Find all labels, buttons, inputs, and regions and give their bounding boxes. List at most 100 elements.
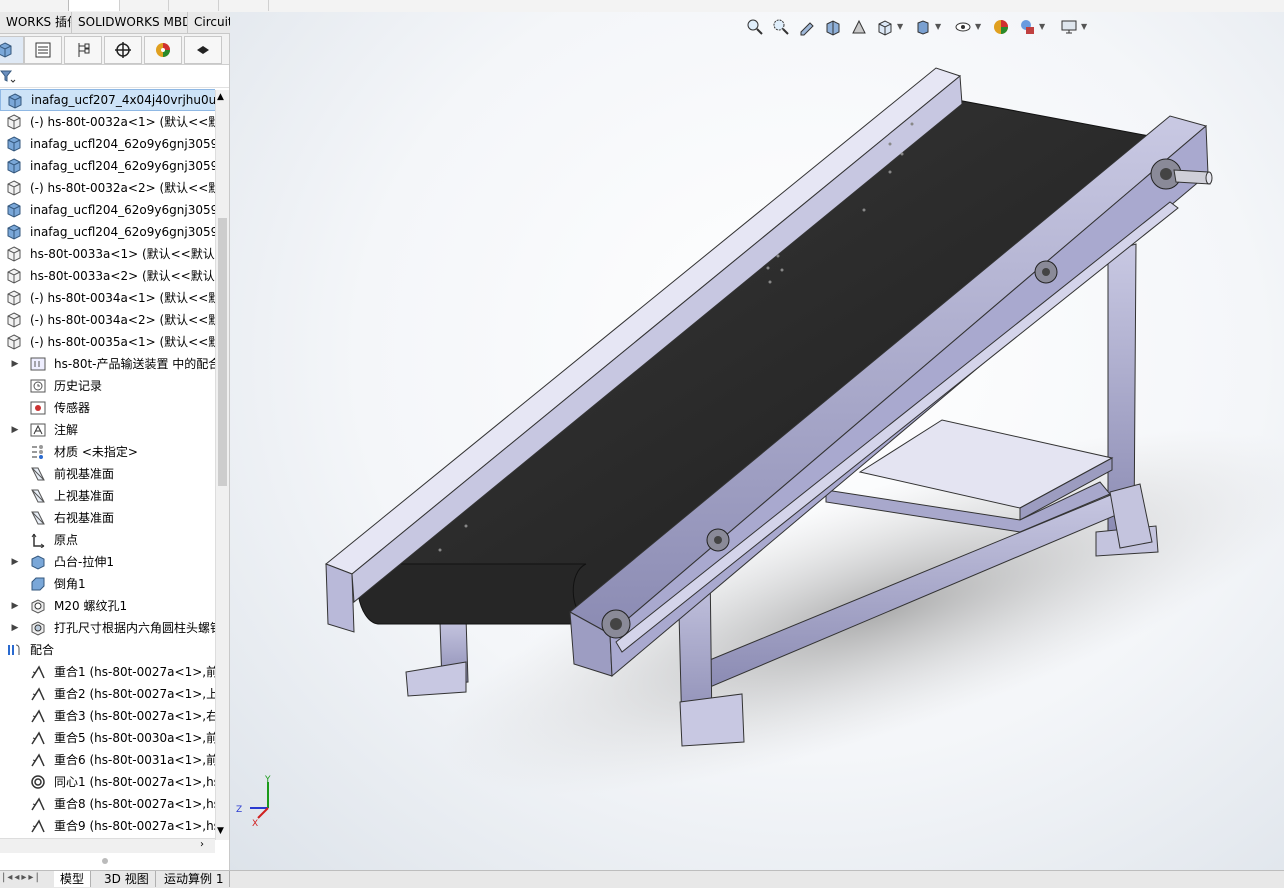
- tree-item[interactable]: 同心1 (hs-80t-0027a<1>,hs-: [0, 771, 215, 793]
- tree-item[interactable]: 原点: [0, 529, 215, 551]
- tree-item[interactable]: inafag_ucfl204_62o9y6gnj3059x: [0, 199, 215, 221]
- panel-resize-dot[interactable]: [102, 858, 108, 864]
- scroll-right-icon[interactable]: ›: [200, 839, 204, 850]
- part-outline-icon: [6, 290, 22, 306]
- tab-plugins[interactable]: WORKS 插件: [0, 12, 79, 34]
- expand-arrow-icon[interactable]: ▶: [10, 617, 20, 639]
- view-settings-dropdown-icon[interactable]: ▼: [1081, 22, 1087, 31]
- feature-manager-tab[interactable]: [0, 36, 24, 64]
- dynamic-annotation-icon[interactable]: [848, 16, 870, 38]
- tree-item[interactable]: 重合1 (hs-80t-0027a<1>,前视: [0, 661, 215, 683]
- tree-horizontal-scrollbar[interactable]: ›: [0, 838, 215, 853]
- tree-item[interactable]: hs-80t-0033a<2> (默认<<默认>: [0, 265, 215, 287]
- coincident-icon: [30, 818, 46, 834]
- tree-item[interactable]: ▶ 注解: [0, 419, 215, 441]
- tree-item-label: 历史记录: [54, 379, 103, 393]
- title-strip-segment: [168, 0, 219, 11]
- tree-item[interactable]: inafag_ucf207_4x04j40vrjhu0u5z: [0, 89, 215, 111]
- tree-item[interactable]: (-) hs-80t-0034a<1> (默认<<默认: [0, 287, 215, 309]
- view-orientation-dropdown-icon[interactable]: ▼: [897, 22, 903, 31]
- zoom-to-fit-icon[interactable]: [744, 16, 766, 38]
- title-strip-segment: [118, 0, 169, 11]
- tree-item-label: 重合6 (hs-80t-0031a<1>,前视: [54, 753, 215, 767]
- part-outline-icon: [6, 312, 22, 328]
- tree-item[interactable]: 重合6 (hs-80t-0031a<1>,前视: [0, 749, 215, 771]
- tree-item[interactable]: 重合5 (hs-80t-0030a<1>,前视: [0, 727, 215, 749]
- tree-item[interactable]: 上视基准面: [0, 485, 215, 507]
- sensor-icon: [30, 400, 46, 416]
- filter-icon[interactable]: [0, 68, 16, 84]
- zoom-to-area-icon[interactable]: [770, 16, 792, 38]
- tree-item[interactable]: 材质 <未指定>: [0, 441, 215, 463]
- tree-item[interactable]: 重合9 (hs-80t-0027a<1>,hs-: [0, 815, 215, 837]
- axis-x-label: X: [252, 819, 258, 829]
- scroll-up-icon[interactable]: ▲: [217, 92, 224, 102]
- apply-scene-icon[interactable]: [1016, 16, 1038, 38]
- graphics-area[interactable]: Y Z X ▼ ▼ ▼ ▼ ▼: [230, 12, 1284, 870]
- tree-item[interactable]: 传感器: [0, 397, 215, 419]
- configuration-manager-tab[interactable]: [64, 36, 102, 64]
- tree-item[interactable]: 倒角1: [0, 573, 215, 595]
- conveyor-model[interactable]: Y Z X: [230, 12, 1284, 870]
- view-settings-icon[interactable]: [1058, 16, 1080, 38]
- tree-item[interactable]: 前视基准面: [0, 463, 215, 485]
- tree-item-label: hs-80t-产品输送装置 中的配合: [54, 357, 215, 371]
- panel-tab-bar: [0, 34, 229, 65]
- feature-tree: inafag_ucf207_4x04j40vrjhu0u5z (-) hs-80t…: [0, 89, 215, 839]
- display-manager-tab[interactable]: [144, 36, 182, 64]
- tree-item[interactable]: (-) hs-80t-0035a<1> (默认<<默认: [0, 331, 215, 353]
- tree-item[interactable]: hs-80t-0033a<1> (默认<<默认>: [0, 243, 215, 265]
- scroll-down-icon[interactable]: ▼: [217, 826, 224, 836]
- tree-item[interactable]: ▶ M20 螺纹孔1: [0, 595, 215, 617]
- tree-item[interactable]: 重合2 (hs-80t-0027a<1>,上视: [0, 683, 215, 705]
- dimxpert-tab[interactable]: [104, 36, 142, 64]
- history-icon: [30, 378, 46, 394]
- tree-item[interactable]: 历史记录: [0, 375, 215, 397]
- edit-appearance-icon[interactable]: [990, 16, 1012, 38]
- property-list-icon: [35, 42, 51, 58]
- section-view-icon[interactable]: [822, 16, 844, 38]
- previous-view-icon[interactable]: [796, 16, 818, 38]
- tree-item[interactable]: ▶ 打孔尺寸根据内六角圆柱头螺钉: [0, 617, 215, 639]
- tree-item[interactable]: 重合3 (hs-80t-0027a<1>,右视: [0, 705, 215, 727]
- expand-arrow-icon[interactable]: ▶: [10, 595, 20, 617]
- tree-item[interactable]: 右视基准面: [0, 507, 215, 529]
- apply-scene-dropdown-icon[interactable]: ▼: [1039, 22, 1045, 31]
- part-icon: [6, 224, 22, 240]
- display-style-dropdown-icon[interactable]: ▼: [935, 22, 941, 31]
- tree-item[interactable]: 重合8 (hs-80t-0027a<1>,hs-: [0, 793, 215, 815]
- tab-3d-view[interactable]: 3D 视图: [98, 871, 156, 887]
- origin-icon: [30, 532, 46, 549]
- cam-tab[interactable]: [184, 36, 222, 64]
- tree-item[interactable]: (-) hs-80t-0034a<2> (默认<<默认: [0, 309, 215, 331]
- expand-arrow-icon[interactable]: ▶: [10, 419, 20, 441]
- tab-model[interactable]: 模型: [54, 871, 92, 887]
- tree-item[interactable]: (-) hs-80t-0032a<1> (默认<<默认: [0, 111, 215, 133]
- hide-show-dropdown-icon[interactable]: ▼: [975, 22, 981, 31]
- display-style-icon[interactable]: [912, 16, 934, 38]
- concentric-icon: [30, 774, 46, 790]
- hide-show-items-icon[interactable]: [952, 16, 974, 38]
- tab-motion-study[interactable]: 运动算例 1: [158, 871, 231, 887]
- tab-scroll-arrows-icon[interactable]: |◂◂▸▸|: [2, 872, 41, 883]
- feature-manager-panel: inafag_ucf207_4x04j40vrjhu0u5z (-) hs-80t…: [0, 34, 230, 887]
- part-outline-icon: [6, 246, 22, 262]
- tree-item[interactable]: 配合: [0, 639, 215, 661]
- tree-item[interactable]: ▶ hs-80t-产品输送装置 中的配合: [0, 353, 215, 375]
- tree-item[interactable]: inafag_ucfl204_62o9y6gnj3059x: [0, 221, 215, 243]
- tree-item-label: (-) hs-80t-0034a<2> (默认<<默认: [30, 313, 215, 327]
- expand-arrow-icon[interactable]: ▶: [10, 353, 20, 375]
- property-manager-tab[interactable]: [24, 36, 62, 64]
- view-orientation-icon[interactable]: [874, 16, 896, 38]
- tree-item-label: (-) hs-80t-0035a<1> (默认<<默认: [30, 335, 215, 349]
- tree-item[interactable]: inafag_ucfl204_62o9y6gnj3059x: [0, 155, 215, 177]
- axis-y-label: Y: [264, 775, 271, 785]
- tree-item[interactable]: (-) hs-80t-0032a<2> (默认<<默认: [0, 177, 215, 199]
- tree-item[interactable]: inafag_ucfl204_62o9y6gnj3059x: [0, 133, 215, 155]
- tab-solidworks-mbd[interactable]: SOLIDWORKS MBD: [71, 12, 191, 34]
- expand-arrow-icon[interactable]: ▶: [10, 551, 20, 573]
- scrollbar-thumb[interactable]: [218, 218, 227, 486]
- tree-vertical-scrollbar[interactable]: ▲ ▼: [215, 90, 229, 840]
- appearance-icon: [156, 43, 170, 57]
- tree-item[interactable]: ▶ 凸台-拉伸1: [0, 551, 215, 573]
